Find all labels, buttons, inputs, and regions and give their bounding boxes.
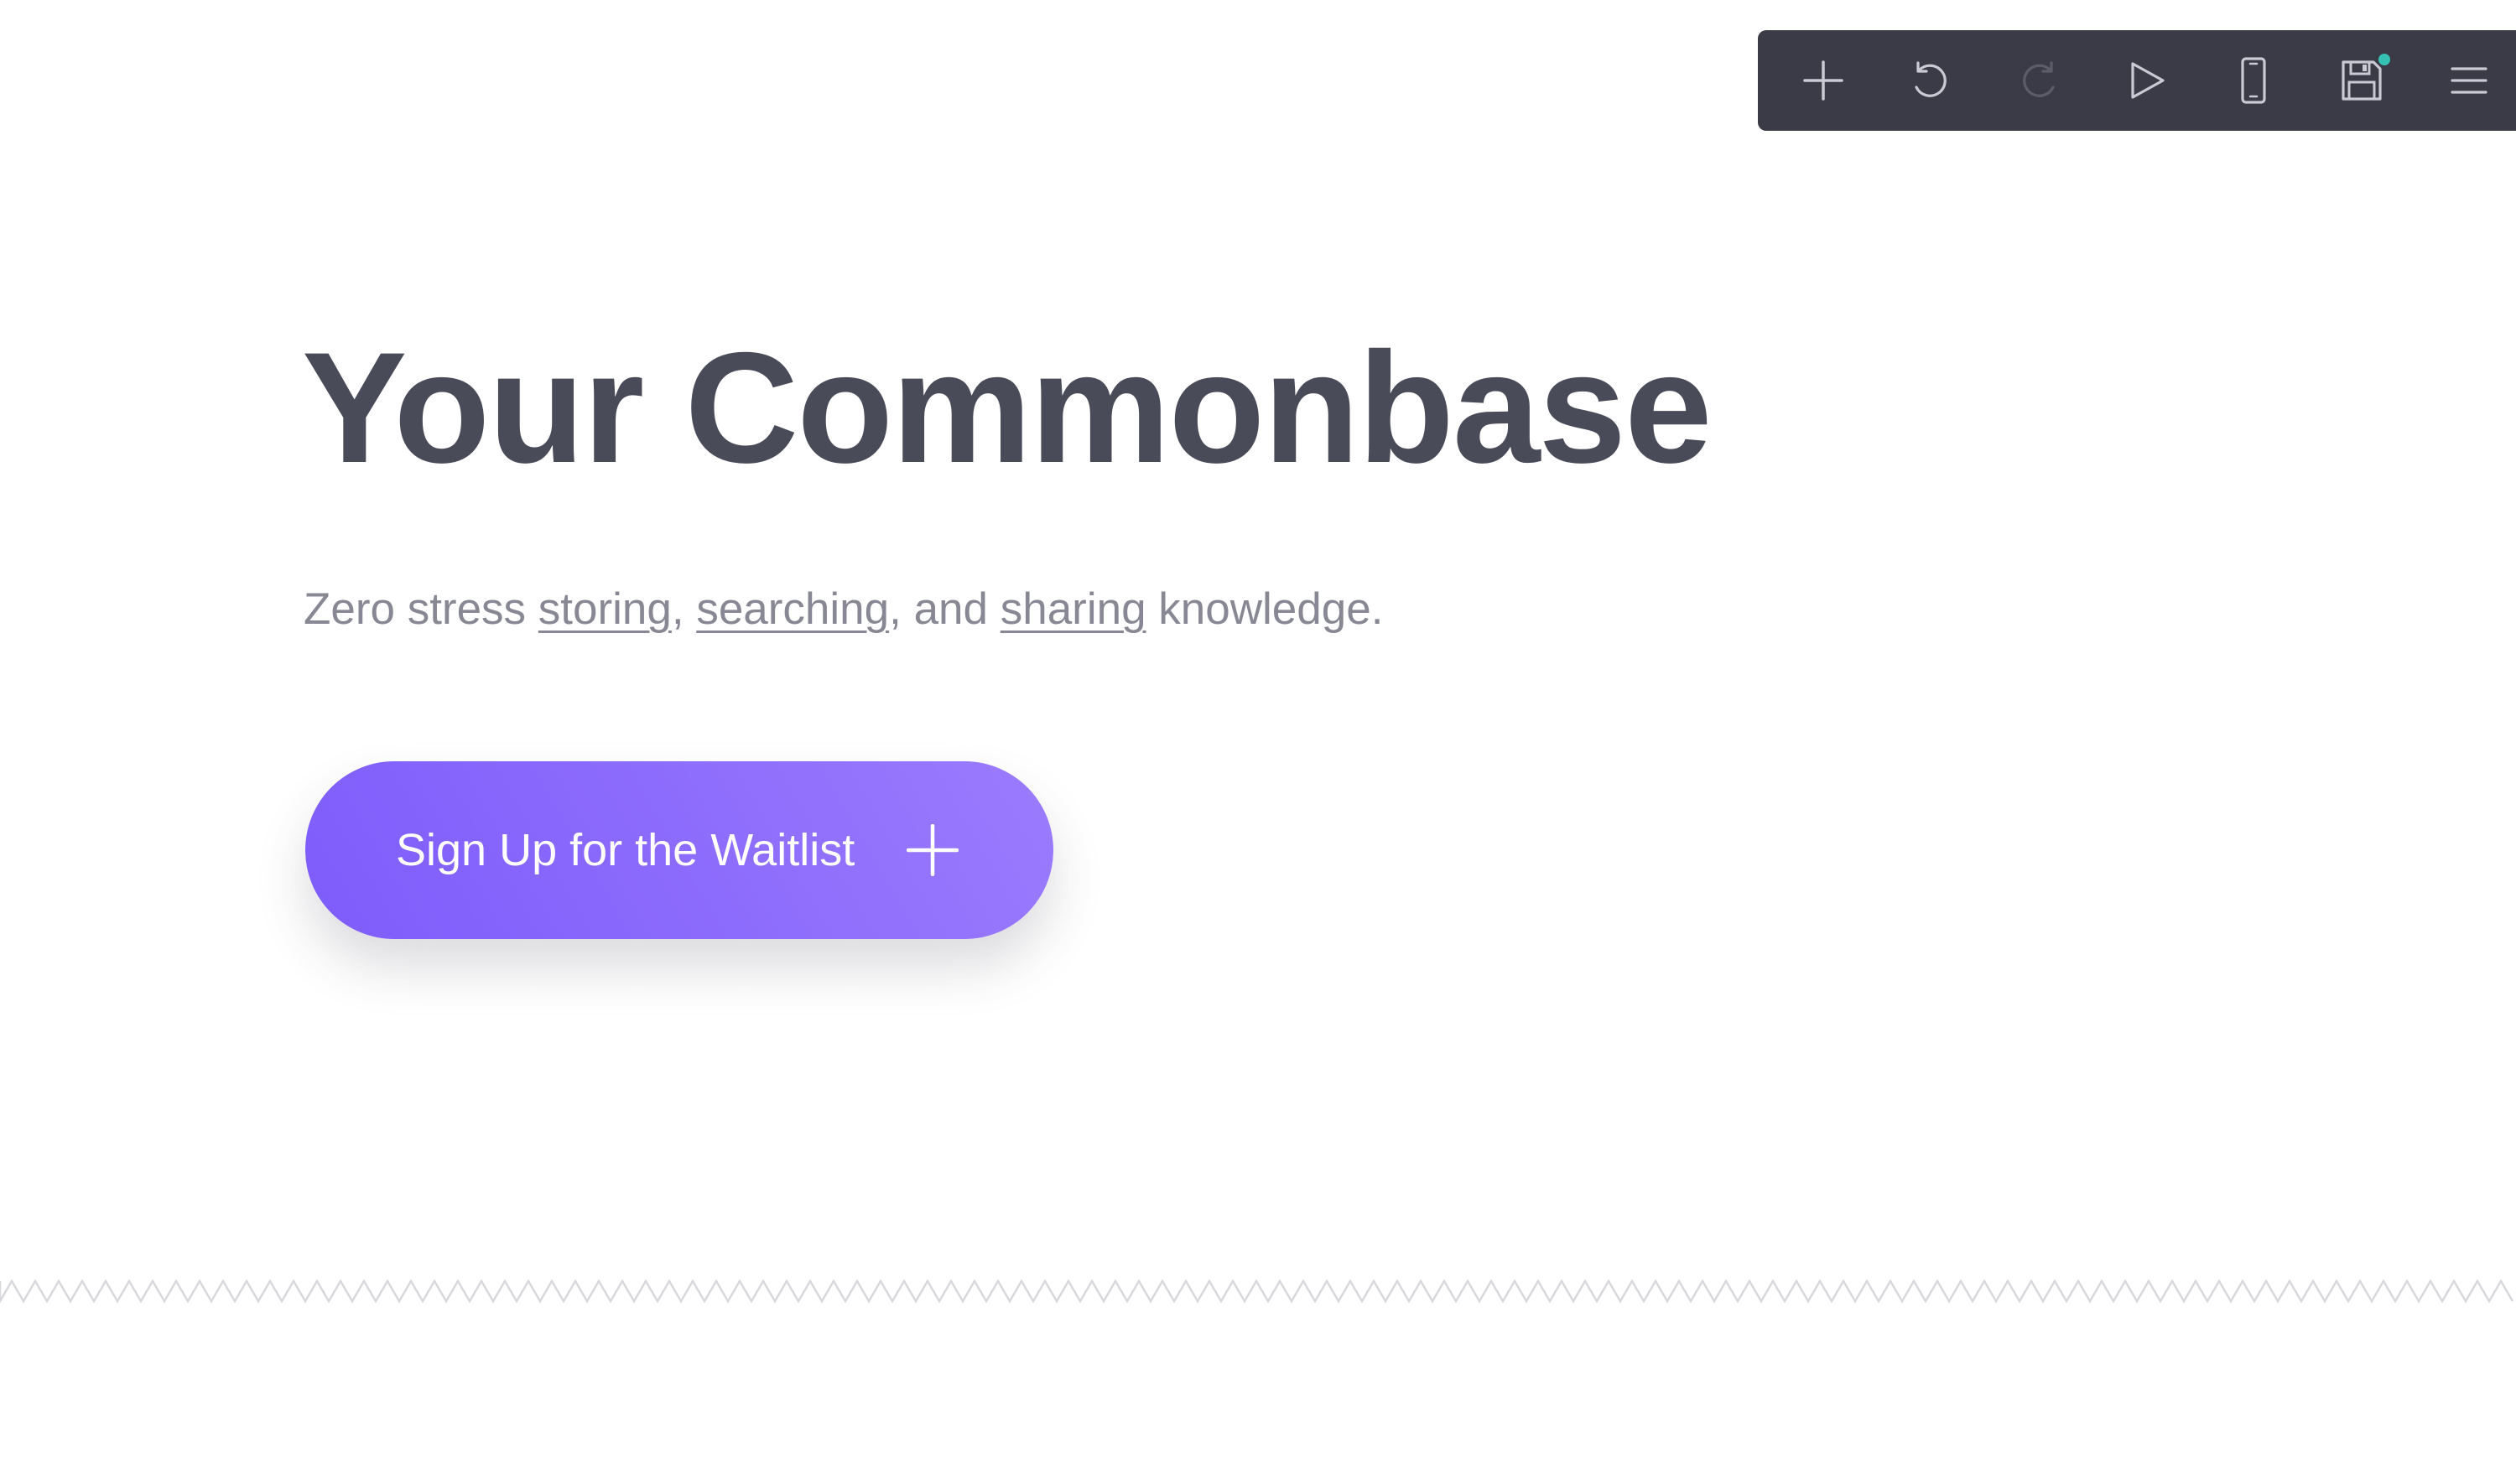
mobile-view-button[interactable] <box>2223 45 2284 116</box>
redo-icon <box>2022 61 2055 97</box>
add-block-button[interactable] <box>1793 45 1853 116</box>
sharing-link[interactable]: sharing <box>1001 584 1146 634</box>
save-icon <box>2341 60 2382 101</box>
undo-button[interactable] <box>1900 45 1961 116</box>
save-button[interactable] <box>2331 45 2391 116</box>
unsaved-indicator <box>2378 54 2390 65</box>
redo-button[interactable] <box>2009 45 2069 116</box>
zigzag-divider <box>0 1279 2514 1304</box>
subtitle-separator: , and <box>889 584 1001 634</box>
storing-link[interactable]: storing <box>538 584 672 634</box>
menu-icon <box>2451 67 2487 94</box>
waitlist-signup-label: Sign Up for the Waitlist <box>396 825 855 875</box>
play-icon <box>2131 62 2165 99</box>
smartphone-icon <box>2241 57 2266 104</box>
searching-link[interactable]: searching <box>696 584 889 634</box>
preview-button[interactable] <box>2116 45 2176 116</box>
page: Your Commonbase Zero stress storing, sea… <box>0 0 2516 1484</box>
subtitle-suffix: knowledge. <box>1146 584 1384 634</box>
menu-button[interactable] <box>2439 45 2499 116</box>
hero-subtitle: Zero stress storing, searching, and shar… <box>304 580 1383 639</box>
plus-icon <box>907 824 959 876</box>
waitlist-signup-button[interactable]: Sign Up for the Waitlist <box>305 761 1053 939</box>
plus-icon <box>1803 60 1843 101</box>
page-title: Your Commonbase <box>302 319 1713 496</box>
subtitle-prefix: Zero stress <box>304 584 538 634</box>
subtitle-separator: , <box>671 584 697 634</box>
editor-toolbar <box>1758 30 2516 131</box>
undo-icon <box>1915 61 1947 97</box>
